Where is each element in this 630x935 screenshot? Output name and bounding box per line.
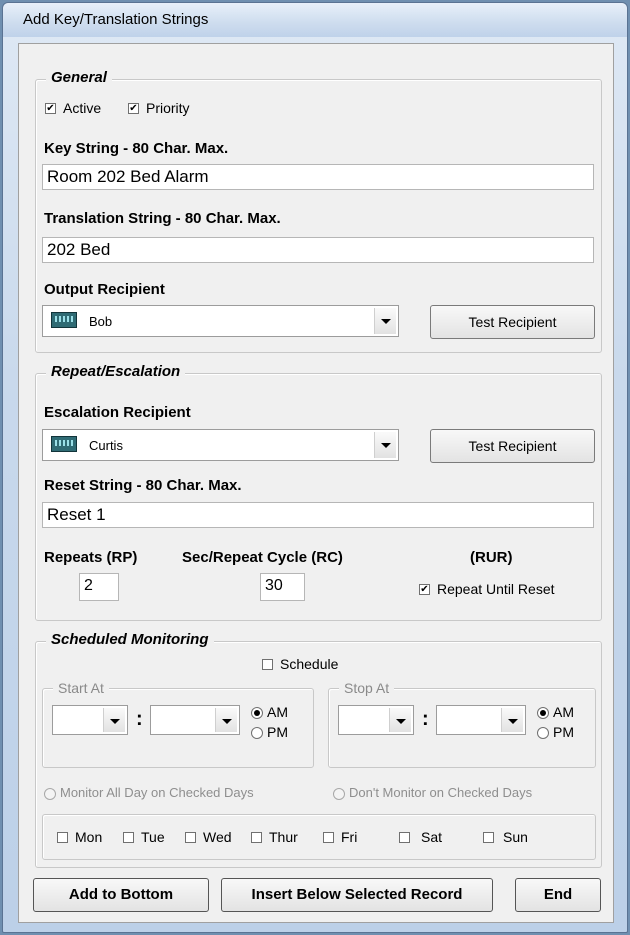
repeat-until-reset-checkbox[interactable] xyxy=(419,584,430,595)
escalation-recipient-dropdown-button[interactable] xyxy=(374,432,396,458)
output-recipient-select[interactable]: Bob xyxy=(42,305,399,337)
stop-am-radio[interactable] xyxy=(537,707,549,719)
translation-string-input[interactable]: 202 Bed xyxy=(42,237,594,263)
start-minute-select[interactable] xyxy=(150,705,240,735)
chevron-down-icon xyxy=(381,443,391,448)
priority-checkbox[interactable] xyxy=(128,103,139,114)
cycle-label: Sec/Repeat Cycle (RC) xyxy=(182,549,343,566)
stop-hour-select[interactable] xyxy=(338,705,414,735)
repeat-escalation-legend: Repeat/Escalation xyxy=(46,363,186,380)
day-checkbox-sun[interactable] xyxy=(483,832,494,843)
day-checkbox-thur[interactable] xyxy=(251,832,262,843)
start-time-colon: : xyxy=(136,708,143,730)
stop-at-legend: Stop At xyxy=(339,680,395,696)
output-recipient-label: Output Recipient xyxy=(44,281,165,298)
chevron-down-icon xyxy=(396,719,406,724)
dont-monitor-label: Don't Monitor on Checked Days xyxy=(349,785,533,800)
day-label-sat: Sat xyxy=(421,829,443,845)
window-title: Add Key/Translation Strings xyxy=(23,11,209,28)
key-string-input[interactable]: Room 202 Bed Alarm xyxy=(42,164,594,190)
dialog-window: Add Key/Translation Strings General Acti… xyxy=(2,2,628,933)
general-group: General Active Priority Key String - 80 … xyxy=(35,69,602,353)
stop-minute-dropdown-button[interactable] xyxy=(501,708,523,732)
scheduled-monitoring-legend: Scheduled Monitoring xyxy=(46,631,214,648)
chevron-down-icon xyxy=(508,719,518,724)
add-to-bottom-button[interactable]: Add to Bottom xyxy=(33,878,209,912)
reset-string-label: Reset String - 80 Char. Max. xyxy=(44,477,242,494)
day-label-sun: Sun xyxy=(503,829,528,845)
general-legend: General xyxy=(46,69,112,86)
rur-label: (RUR) xyxy=(470,549,513,566)
chevron-down-icon xyxy=(381,319,391,324)
stop-pm-label: PM xyxy=(553,724,574,740)
add-to-bottom-label: Add to Bottom xyxy=(68,886,174,903)
days-group: Mon Tue Wed Thur Fri Sat Sun xyxy=(42,814,596,860)
stop-minute-select[interactable] xyxy=(436,705,526,735)
test-escalation-recipient-button[interactable]: Test Recipient xyxy=(430,429,595,463)
start-hour-dropdown-button[interactable] xyxy=(103,708,125,732)
dont-monitor-radio[interactable] xyxy=(333,788,345,800)
dialog-client-area: General Active Priority Key String - 80 … xyxy=(18,43,614,923)
repeats-label: Repeats (RP) xyxy=(44,549,138,566)
escalation-recipient-value: Curtis xyxy=(89,438,123,453)
translation-string-label: Translation String - 80 Char. Max. xyxy=(44,210,281,227)
start-pm-label: PM xyxy=(267,724,288,740)
monitor-all-day-radio[interactable] xyxy=(44,788,56,800)
stop-pm-radio[interactable] xyxy=(537,727,549,739)
start-minute-dropdown-button[interactable] xyxy=(215,708,237,732)
chevron-down-icon xyxy=(222,719,232,724)
cycle-input[interactable]: 30 xyxy=(260,573,305,601)
insert-below-label: Insert Below Selected Record xyxy=(251,886,463,903)
stop-hour-dropdown-button[interactable] xyxy=(389,708,411,732)
stop-time-colon: : xyxy=(422,708,429,730)
escalation-recipient-select[interactable]: Curtis xyxy=(42,429,399,461)
day-checkbox-mon[interactable] xyxy=(57,832,68,843)
day-checkbox-wed[interactable] xyxy=(185,832,196,843)
active-label: Active xyxy=(63,100,102,116)
scheduled-monitoring-group: Scheduled Monitoring Schedule Start At :… xyxy=(35,631,602,868)
pager-icon xyxy=(51,436,77,452)
start-am-label: AM xyxy=(267,704,288,720)
end-label: End xyxy=(543,886,573,903)
output-recipient-dropdown-button[interactable] xyxy=(374,308,396,334)
day-checkbox-fri[interactable] xyxy=(323,832,334,843)
day-checkbox-sat[interactable] xyxy=(399,832,410,843)
active-checkbox[interactable] xyxy=(45,103,56,114)
repeat-escalation-group: Repeat/Escalation Escalation Recipient C… xyxy=(35,363,602,621)
day-label-thur: Thur xyxy=(269,829,298,845)
priority-label: Priority xyxy=(146,100,190,116)
schedule-label: Schedule xyxy=(280,656,339,672)
start-at-group: Start At : AM PM xyxy=(42,680,314,768)
start-pm-radio[interactable] xyxy=(251,727,263,739)
day-label-mon: Mon xyxy=(75,829,103,845)
insert-below-button[interactable]: Insert Below Selected Record xyxy=(221,878,493,912)
start-am-radio[interactable] xyxy=(251,707,263,719)
reset-string-input[interactable]: Reset 1 xyxy=(42,502,594,528)
end-button[interactable]: End xyxy=(515,878,601,912)
repeats-input[interactable]: 2 xyxy=(79,573,119,601)
start-hour-select[interactable] xyxy=(52,705,128,735)
chevron-down-icon xyxy=(110,719,120,724)
start-at-legend: Start At xyxy=(53,680,109,696)
stop-am-label: AM xyxy=(553,704,574,720)
key-string-label: Key String - 80 Char. Max. xyxy=(44,140,229,157)
escalation-recipient-label: Escalation Recipient xyxy=(44,404,191,421)
title-bar[interactable]: Add Key/Translation Strings xyxy=(3,3,627,37)
schedule-checkbox[interactable] xyxy=(262,659,273,670)
day-label-tue: Tue xyxy=(141,829,165,845)
day-checkbox-tue[interactable] xyxy=(123,832,134,843)
day-label-fri: Fri xyxy=(341,829,358,845)
pager-icon xyxy=(51,312,77,328)
output-recipient-value: Bob xyxy=(89,314,113,329)
monitor-all-day-label: Monitor All Day on Checked Days xyxy=(60,785,254,800)
test-recipient-button[interactable]: Test Recipient xyxy=(430,305,595,339)
repeat-until-reset-label: Repeat Until Reset xyxy=(437,581,555,597)
day-label-wed: Wed xyxy=(203,829,232,845)
stop-at-group: Stop At : AM PM xyxy=(328,680,596,768)
